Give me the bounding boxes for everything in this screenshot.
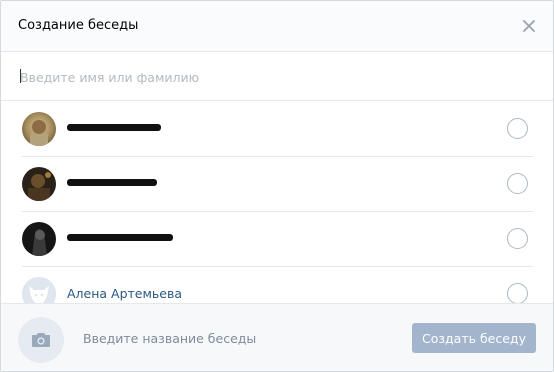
friend-row[interactable] — [22, 157, 533, 212]
text-cursor — [20, 69, 21, 83]
friend-row[interactable] — [22, 212, 533, 267]
chat-photo-button[interactable] — [18, 317, 64, 363]
camera-icon — [32, 333, 50, 347]
friend-name[interactable]: Алена Артемьева — [67, 286, 182, 301]
select-radio[interactable] — [507, 118, 528, 139]
friend-search — [1, 53, 553, 101]
redacted-name — [67, 179, 157, 186]
create-chat-button[interactable]: Создать беседу — [412, 323, 536, 353]
select-radio[interactable] — [507, 173, 528, 194]
friend-row[interactable] — [22, 102, 533, 157]
friend-list[interactable]: Алена Артемьева — [1, 102, 553, 304]
close-icon — [523, 20, 535, 32]
dialog-header: Создание беседы — [1, 1, 553, 52]
close-button[interactable] — [517, 14, 541, 38]
search-input[interactable] — [20, 66, 520, 88]
friend-row[interactable]: Алена Артемьева — [22, 267, 533, 304]
dialog-footer: Создать беседу — [1, 303, 553, 371]
dialog-title: Создание беседы — [18, 18, 139, 33]
avatar — [22, 222, 56, 256]
redacted-name — [67, 124, 161, 131]
avatar — [22, 167, 56, 201]
default-avatar-icon — [22, 277, 56, 304]
create-chat-dialog: Создание беседы Введите имя или фамилию … — [0, 0, 554, 372]
select-radio[interactable] — [507, 283, 528, 304]
avatar — [22, 277, 56, 304]
select-radio[interactable] — [507, 228, 528, 249]
chat-name-input[interactable] — [83, 326, 383, 350]
avatar — [22, 112, 56, 146]
redacted-name — [67, 234, 173, 241]
